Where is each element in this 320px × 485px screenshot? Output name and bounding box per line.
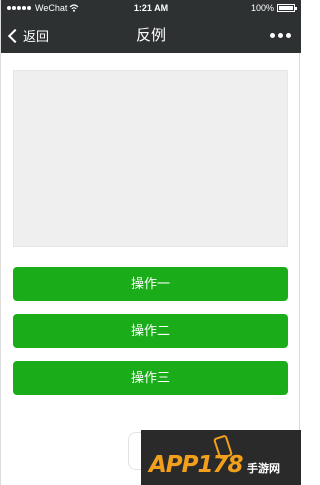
content-placeholder [13, 70, 288, 247]
status-bar: WeChat 1:21 AM 100% [1, 0, 301, 18]
more-dots-icon[interactable] [270, 18, 291, 53]
battery-percent: 100% [250, 3, 274, 13]
watermark-brand: APP178 [149, 452, 244, 478]
watermark-logo: APP178 手游网 [141, 430, 301, 485]
status-right: 100% [250, 3, 297, 13]
navigation-bar: 返回 反例 [1, 18, 301, 53]
phone-screen: WeChat 1:21 AM 100% 返回 反例 操作一 操作二 操作三 AP… [0, 0, 301, 485]
action-button-3[interactable]: 操作三 [13, 361, 288, 395]
battery-icon [277, 4, 297, 12]
page-title: 反例 [135, 27, 166, 44]
action-button-2[interactable]: 操作二 [13, 314, 288, 348]
watermark-suffix: 手游网 [247, 462, 280, 475]
action-button-1[interactable]: 操作一 [13, 267, 288, 301]
